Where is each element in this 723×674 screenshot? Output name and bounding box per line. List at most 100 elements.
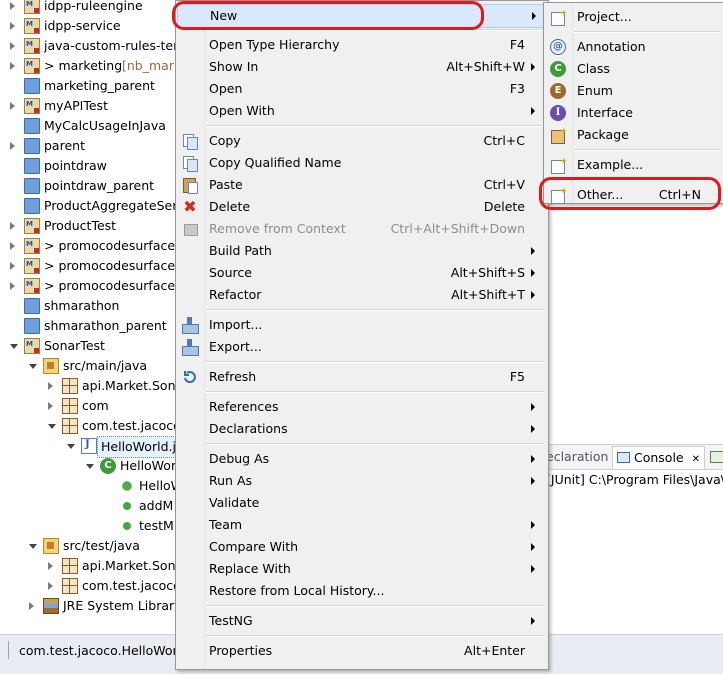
menu-item-team[interactable]: Team [177,514,545,536]
declaration-tab-label[interactable]: eclaration [546,449,608,464]
tree-node[interactable]: ProductAggregateServ [0,196,176,216]
menu-item-label: Declarations [209,421,288,436]
menu-item-validate[interactable]: Validate [177,492,545,514]
tree-node[interactable]: J HelloWorld.j [0,436,176,458]
menu-item-copy[interactable]: Copy Ctrl+C [177,130,545,152]
menu-item-paste[interactable]: Paste Ctrl+V [177,174,545,196]
collapsed-twisty-icon[interactable] [10,2,15,10]
collapsed-twisty-icon[interactable] [10,242,15,250]
menu-item-run-as[interactable]: Run As [177,470,545,492]
tree-node[interactable]: api.Market.Sona [0,556,176,576]
tree-node[interactable]: Midpp-service [0,16,176,36]
collapsed-twisty-icon[interactable] [10,62,15,70]
menu-item-enum[interactable]: E Enum [545,80,721,102]
tree-node[interactable]: pointdraw_parent [0,176,176,196]
tree-node[interactable]: C HelloWorld [0,456,176,476]
collapsed-twisty-icon[interactable] [29,602,34,610]
menu-item-package[interactable]: ✦ Package [545,124,721,146]
menu-item-debug-as[interactable]: Debug As [177,448,545,470]
tree-node[interactable]: api.Market.Sona [0,376,176,396]
tree-node[interactable]: shmarathon [0,296,176,316]
expanded-twisty-icon[interactable] [86,464,94,469]
menu-item-label: Interface [577,105,633,120]
tree-node[interactable]: src/main/java [0,356,176,376]
tree-node[interactable]: Midpp-ruleengine [0,0,176,16]
menu-item-declarations[interactable]: Declarations [177,418,545,440]
tree-node[interactable]: Mjava-custom-rules-tem [0,36,176,56]
tree-node[interactable]: com.test.jacoco [0,576,176,596]
menu-item-open-with[interactable]: Open With [177,100,545,122]
menu-item-import[interactable]: Import... [177,314,545,336]
menu-separator [206,635,544,637]
status-divider [8,641,9,659]
expanded-twisty-icon[interactable] [48,424,56,429]
collapsed-twisty-icon[interactable] [48,562,53,570]
menu-item-restore-from-local-history[interactable]: Restore from Local History... [177,580,545,602]
collapsed-twisty-icon[interactable] [10,222,15,230]
tree-node[interactable]: shmarathon_parent [0,316,176,336]
menu-item-build-path[interactable]: Build Path [177,240,545,262]
close-icon[interactable]: ✕ [692,454,700,465]
project-icon: M [24,0,40,14]
example-icon: ✦ [550,157,568,174]
menu-item-export[interactable]: Export... [177,336,545,358]
menu-item-interface[interactable]: I Interface [545,102,721,124]
menu-item-refactor[interactable]: Refactor Alt+Shift+T [177,284,545,306]
tree-node[interactable]: M ProductTest [0,216,176,236]
menu-item-source[interactable]: Source Alt+Shift+S [177,262,545,284]
tree-node[interactable]: M > promocodesurface- [0,276,176,296]
tree-node[interactable]: M SonarTest [0,336,176,356]
expanded-twisty-icon[interactable] [29,364,37,369]
menu-item-open-type-hierarchy[interactable]: Open Type Hierarchy F4 [177,34,545,56]
tree-node[interactable]: HelloW [0,476,176,496]
tree-node-label: HelloWorld [120,458,176,473]
menu-item-delete[interactable]: ✖ Delete Delete [177,196,545,218]
collapsed-twisty-icon[interactable] [10,42,15,50]
tree-node[interactable]: JRE System Library [0,596,176,616]
class-icon: C [100,458,116,474]
tree-node[interactable]: M > promocodesurface- [0,256,176,276]
menu-item-project[interactable]: ✦ Project... [545,6,721,28]
project-icon: M [24,38,40,54]
menu-item-show-in[interactable]: Show In Alt+Shift+W [177,56,545,78]
tree-node[interactable]: addM [0,496,176,516]
expanded-twisty-icon[interactable] [29,544,37,549]
collapsed-twisty-icon[interactable] [10,142,15,150]
menu-item-testng[interactable]: TestNG [177,610,545,632]
tree-node[interactable]: MmyAPITest [0,96,176,116]
menu-item-compare-with[interactable]: Compare With [177,536,545,558]
tree-node[interactable]: com [0,396,176,416]
menu-item-example[interactable]: ✦ Example... [545,154,721,176]
menu-item-replace-with[interactable]: Replace With [177,558,545,580]
tree-node[interactable]: pointdraw [0,156,176,176]
collapsed-twisty-icon[interactable] [48,402,53,410]
collapsed-twisty-icon[interactable] [10,262,15,270]
tree-node[interactable]: testM [0,516,176,536]
collapsed-twisty-icon[interactable] [10,22,15,30]
collapsed-twisty-icon[interactable] [10,102,15,110]
menu-item-open[interactable]: Open F3 [177,78,545,100]
enum-icon: E [550,83,566,99]
expanded-twisty-icon[interactable] [67,444,75,449]
tree-node[interactable]: marketing_parent [0,76,176,96]
menu-item-annotation[interactable]: @ Annotation [545,36,721,58]
collapsed-twisty-icon[interactable] [10,282,15,290]
expanded-twisty-icon[interactable] [10,344,18,349]
tree-node-label: src/test/java [63,538,140,553]
tree-node[interactable]: com.test.jacoco [0,416,176,436]
tree-node-label: api.Market.Sona [82,558,176,573]
menu-item-refresh[interactable]: Refresh F5 [177,366,545,388]
tree-node[interactable]: MyCalcUsageInJava [0,116,176,136]
collapsed-twisty-icon[interactable] [48,382,53,390]
collapsed-twisty-icon[interactable] [48,582,53,590]
tree-node[interactable]: M > promocodesurface [0,236,176,256]
menu-item-copy-qualified-name[interactable]: Copy Qualified Name [177,152,545,174]
tree-node[interactable]: src/test/java [0,536,176,556]
menu-item-references[interactable]: References [177,396,545,418]
menu-item-class[interactable]: C Class [545,58,721,80]
menu-item-properties[interactable]: Properties Alt+Enter [177,640,545,662]
tree-node[interactable]: M > marketing [nb_mark [0,56,176,76]
tree-node[interactable]: parent [0,136,176,156]
annotation-icon: @ [550,39,566,55]
console-tab[interactable]: Console ✕ [612,446,705,469]
